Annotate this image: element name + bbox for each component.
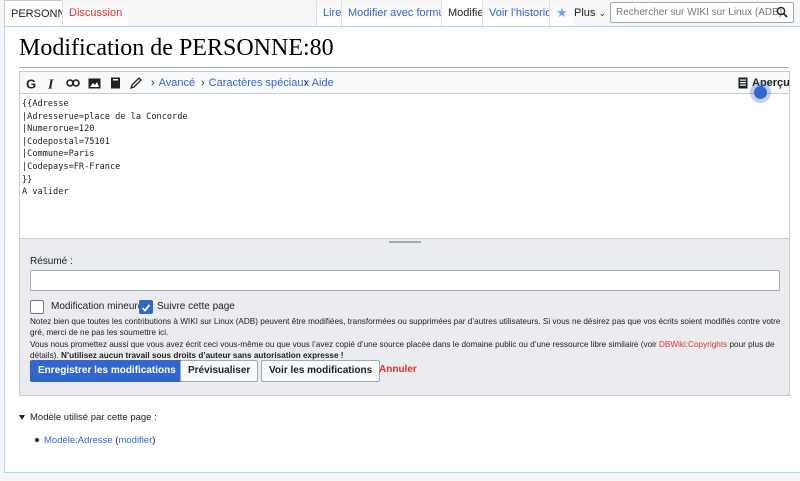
reference-button[interactable] — [107, 75, 123, 91]
notice-paragraph-1: Notez bien que toutes les contributions … — [30, 317, 781, 338]
notice-warning: N’utilisez aucun travail sous droits d’a… — [60, 351, 344, 361]
editor-line: |Numerorue=120 — [22, 124, 95, 135]
title-divider — [19, 67, 789, 68]
more-menu[interactable]: Plus ⌄ — [568, 0, 612, 26]
template-edit-link[interactable]: modifier — [118, 435, 152, 446]
search-placeholder: Rechercher sur WIKI sur Linux (ADB) — [616, 7, 783, 18]
chevron-down-icon: ⌄ — [598, 8, 607, 18]
minor-edit-checkbox[interactable] — [30, 300, 44, 314]
editor-line: |Codepays=FR-France — [22, 161, 121, 172]
minor-edit-label: Modification mineure — [51, 301, 144, 312]
top-tab-bar: PERSONNE Discussion Lire Modifier avec f… — [0, 0, 800, 26]
toolbar-special-chars-label: Caractères spéciaux — [208, 77, 309, 89]
link-icon — [66, 79, 80, 87]
svg-text:I: I — [47, 77, 54, 90]
cancel-button[interactable]: Annuler — [379, 360, 417, 382]
bullet-icon — [35, 438, 39, 443]
summary-input[interactable] — [30, 270, 780, 291]
editor-line: {{Adresse — [22, 99, 69, 109]
pencil-icon — [130, 77, 142, 89]
tab-discussion[interactable]: Discussion — [62, 0, 129, 26]
copyrights-link[interactable]: DBWiki:Copyrights — [659, 340, 727, 349]
italic-icon: I — [47, 77, 54, 90]
chevron-right-icon: › — [151, 77, 155, 89]
summary-label: Résumé : — [30, 256, 73, 267]
preview-button[interactable]: Prévisualiser — [180, 360, 259, 382]
toolbar-help[interactable]: › Aide — [304, 75, 334, 91]
toolbar-advanced[interactable]: › Avancé — [151, 75, 195, 91]
editor-line: |Commune=Paris — [22, 149, 95, 160]
chevron-right-icon: › — [304, 77, 308, 89]
editor-line: |Adresserue=place de la Concorde — [22, 111, 188, 122]
toolbar-help-label: Aide — [311, 77, 334, 89]
content-area: Modification de PERSONNE:80 G I ›Avancé — [4, 26, 800, 473]
resize-handle[interactable] — [389, 241, 421, 243]
show-changes-button[interactable]: Voir les modifications — [261, 360, 381, 382]
more-menu-label: Plus — [574, 7, 596, 19]
document-icon — [738, 77, 748, 89]
checkmark-icon — [141, 304, 151, 312]
image-button[interactable] — [86, 75, 102, 91]
italic-button[interactable]: I — [44, 75, 60, 91]
image-icon — [88, 78, 100, 88]
toolbar-special-chars[interactable]: › Caractères spéciaux — [201, 75, 309, 91]
wikitext-editor: G I › Avancé › Caractères spéciaux › Aide — [19, 71, 790, 239]
search-input[interactable]: Rechercher sur WIKI sur Linux (ADB) — [610, 2, 794, 23]
list-item: Modèle:Adresse (modifier) — [35, 435, 155, 446]
editor-line: A valider — [22, 187, 69, 198]
editor-line: |Codepostal=75101 — [22, 136, 110, 147]
save-button[interactable]: Enregistrer les modifications — [30, 360, 184, 382]
bold-icon: G — [26, 77, 36, 90]
search-icon[interactable] — [776, 6, 788, 18]
page-title: Modification de PERSONNE:80 — [19, 35, 334, 61]
template-link[interactable]: Modèle:Adresse — [44, 435, 113, 446]
chevron-right-icon: › — [201, 77, 205, 89]
toolbar-advanced-label: Avancé — [158, 77, 196, 89]
pointer-indicator — [754, 86, 767, 99]
editor-toolbar: G I › Avancé › Caractères spéciaux › Aide — [20, 72, 790, 94]
svg-text:G: G — [26, 77, 36, 90]
tab-discussion-label: Discussion — [69, 7, 123, 19]
bold-button[interactable]: G — [24, 75, 40, 91]
tab-read-label: Lire — [323, 7, 342, 19]
star-icon: ★ — [556, 5, 568, 20]
editor-line: }} — [22, 174, 33, 185]
watch-page-checkbox[interactable] — [139, 300, 153, 314]
notice-p2-start: Vous nous promettez aussi que vous avez … — [30, 339, 659, 349]
triangle-down-icon — [19, 414, 25, 420]
watch-page-label: Suivre cette page — [157, 301, 235, 312]
link-button[interactable] — [65, 75, 81, 91]
copyright-notice: Notez bien que toutes les contributions … — [30, 316, 785, 362]
templates-used[interactable]: Modèle utilisé par cette page : — [19, 412, 157, 423]
wikitext-textarea[interactable]: {{Adresse |Adresserue=place de la Concord… — [20, 95, 789, 238]
signature-button[interactable] — [128, 75, 144, 91]
templates-heading: Modèle utilisé par cette page : — [30, 412, 157, 423]
edit-options: Résumé : Modification mineure Suivre cet… — [19, 239, 790, 396]
book-icon — [110, 77, 120, 89]
notice-paragraph-2: Vous nous promettez aussi que vous avez … — [30, 339, 785, 362]
